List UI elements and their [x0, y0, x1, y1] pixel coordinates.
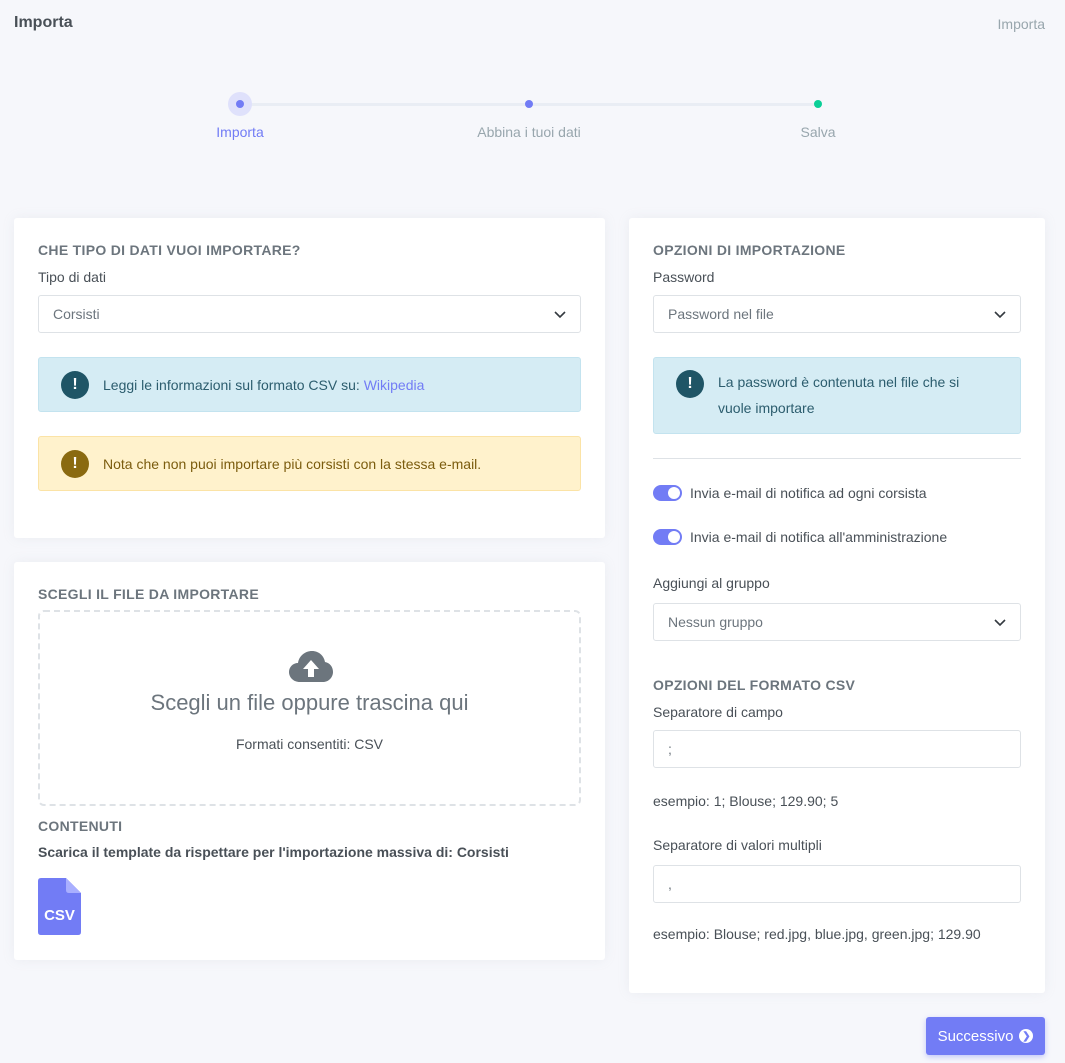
- import-stepper: Importa Abbina i tuoi dati Salva: [0, 90, 1065, 150]
- data-type-select-value: Corsisti: [53, 306, 100, 322]
- duplicate-email-warning: ! Nota che non puoi importare più corsis…: [38, 436, 581, 491]
- notify-students-toggle-row[interactable]: Invia e-mail di notifica ad ogni corsist…: [653, 485, 927, 501]
- step-importa[interactable]: Importa: [150, 90, 330, 140]
- step-label: Salva: [800, 124, 836, 140]
- exclamation-circle-icon: !: [61, 449, 89, 478]
- data-type-label: Tipo di dati: [38, 269, 106, 285]
- file-card-title: SCEGLI IL FILE DA IMPORTARE: [38, 586, 259, 602]
- options-card-title: OPZIONI DI IMPORTAZIONE: [653, 242, 846, 258]
- csv-info-text: Leggi le informazioni sul formato CSV su…: [103, 376, 425, 393]
- csv-info-alert: ! Leggi le informazioni sul formato CSV …: [38, 357, 581, 412]
- breadcrumb[interactable]: Importa: [998, 16, 1045, 32]
- notify-students-label: Invia e-mail di notifica ad ogni corsist…: [690, 485, 927, 501]
- dropzone-formats: Formati consentiti: CSV: [235, 736, 384, 752]
- file-card: SCEGLI IL FILE DA IMPORTARE Scegli un fi…: [14, 562, 605, 960]
- group-select-value: Nessun gruppo: [668, 614, 763, 630]
- step-salva[interactable]: Salva: [728, 90, 908, 140]
- multi-separator-value: ,: [668, 876, 672, 892]
- group-select[interactable]: Nessun gruppo: [653, 603, 1021, 641]
- step-label: Importa: [216, 124, 264, 140]
- field-separator-label: Separatore di campo: [653, 704, 783, 720]
- options-card: OPZIONI DI IMPORTAZIONE Password Passwor…: [629, 218, 1045, 993]
- step-dot-icon: [525, 100, 533, 108]
- wikipedia-link[interactable]: Wikipedia: [364, 377, 425, 393]
- next-button-label: Successivo: [937, 1027, 1014, 1045]
- exclamation-circle-icon: !: [676, 370, 704, 398]
- step-abbina[interactable]: Abbina i tuoi dati: [439, 90, 619, 140]
- data-type-card: CHE TIPO DI DATI VUOI IMPORTARE? Tipo di…: [14, 218, 605, 538]
- field-separator-example: esempio: 1; Blouse; 129.90; 5: [653, 793, 839, 809]
- dropzone-title: Scegli un file oppure trascina qui: [150, 690, 469, 715]
- chevron-down-icon: [994, 619, 1006, 627]
- notify-admin-toggle-row[interactable]: Invia e-mail di notifica all'amministraz…: [653, 529, 947, 545]
- password-info-alert: ! La password è contenuta nel file che s…: [653, 357, 1021, 434]
- step-label: Abbina i tuoi dati: [477, 124, 581, 140]
- exclamation-circle-icon: !: [61, 370, 89, 399]
- multi-separator-label: Separatore di valori multipli: [653, 837, 822, 853]
- page-header: Importa Importa: [14, 14, 1045, 34]
- csv-icon-label: CSV: [44, 907, 75, 924]
- multi-separator-example: esempio: Blouse; red.jpg, blue.jpg, gree…: [653, 926, 981, 942]
- notify-admin-toggle[interactable]: [653, 529, 682, 545]
- multi-separator-input[interactable]: ,: [653, 865, 1021, 903]
- password-select-value: Password nel file: [668, 306, 774, 322]
- notify-admin-label: Invia e-mail di notifica all'amministraz…: [690, 529, 948, 545]
- step-dot-icon: [814, 100, 822, 108]
- cloud-upload-icon: [289, 651, 333, 682]
- notify-students-toggle[interactable]: [653, 485, 682, 501]
- chevron-down-icon: [554, 311, 566, 319]
- data-type-card-title: CHE TIPO DI DATI VUOI IMPORTARE?: [38, 242, 301, 258]
- chevron-right-circle-icon: ❯: [1019, 1029, 1034, 1043]
- page-title: Importa: [14, 14, 73, 31]
- step-active-indicator-icon: [228, 92, 252, 116]
- divider: [653, 458, 1021, 459]
- contents-title: CONTENUTI: [38, 818, 123, 834]
- csv-file-download-icon[interactable]: CSV: [38, 878, 81, 935]
- data-type-select[interactable]: Corsisti: [38, 295, 581, 333]
- password-select[interactable]: Password nel file: [653, 295, 1021, 333]
- password-label: Password: [653, 269, 715, 285]
- group-label: Aggiungi al gruppo: [653, 575, 770, 591]
- warning-text: Nota che non puoi importare più corsisti…: [103, 455, 482, 472]
- next-button[interactable]: Successivo ❯: [926, 1017, 1045, 1055]
- csv-options-title: OPZIONI DEL FORMATO CSV: [653, 677, 856, 693]
- template-text: Scarica il template da rispettare per l'…: [38, 844, 509, 860]
- file-dropzone[interactable]: Scegli un file oppure trascina qui Forma…: [38, 610, 581, 806]
- field-separator-value: ;: [668, 741, 672, 757]
- password-info-text: La password è contenuta nel file che si …: [718, 374, 960, 416]
- chevron-down-icon: [994, 311, 1006, 319]
- field-separator-input[interactable]: ;: [653, 730, 1021, 768]
